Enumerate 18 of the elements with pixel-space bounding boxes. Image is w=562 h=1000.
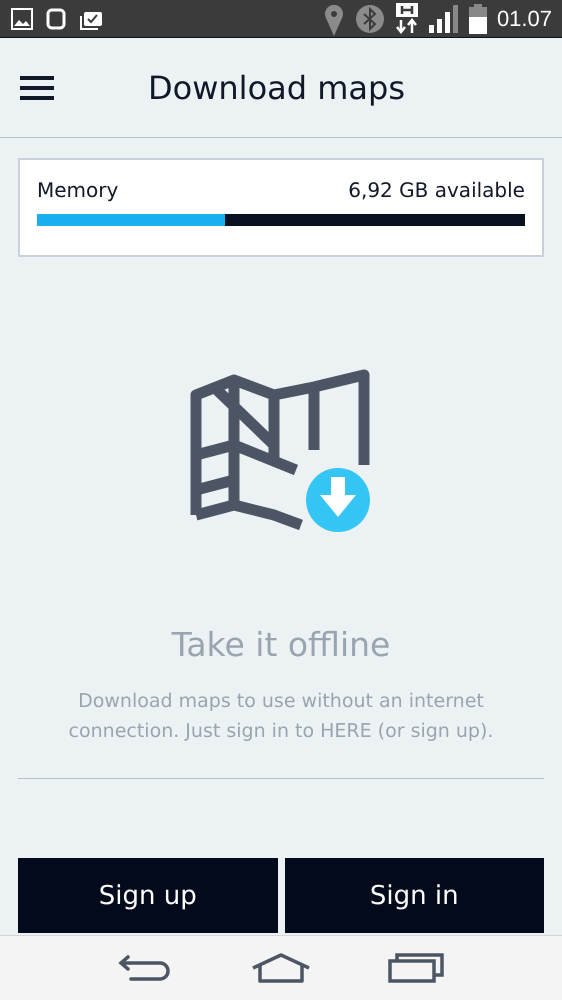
- recent-apps-button[interactable]: [388, 953, 444, 983]
- bluetooth-icon: [354, 4, 385, 34]
- empty-state-title: Take it offline: [172, 625, 390, 664]
- clock-time: 01.07: [496, 6, 552, 32]
- battery-icon: [468, 4, 487, 34]
- data-transfer-icon: [394, 2, 419, 34]
- memory-label: Memory: [37, 178, 118, 202]
- menu-button[interactable]: [20, 74, 54, 100]
- menu-icon: [20, 74, 54, 100]
- empty-state-message: Download maps to use without an internet connection. Just sign in to HERE (or sign up).: [68, 689, 494, 744]
- memory-reading: 6,92 GB available: [348, 178, 525, 202]
- signal-icon: [428, 4, 459, 32]
- sign-in-button[interactable]: Sign in: [284, 858, 544, 933]
- watch-icon: [44, 6, 68, 32]
- image-icon: [10, 6, 34, 30]
- page-title: Download maps: [148, 68, 405, 106]
- home-button[interactable]: [250, 953, 311, 983]
- sign-up-button[interactable]: Sign up: [18, 858, 278, 933]
